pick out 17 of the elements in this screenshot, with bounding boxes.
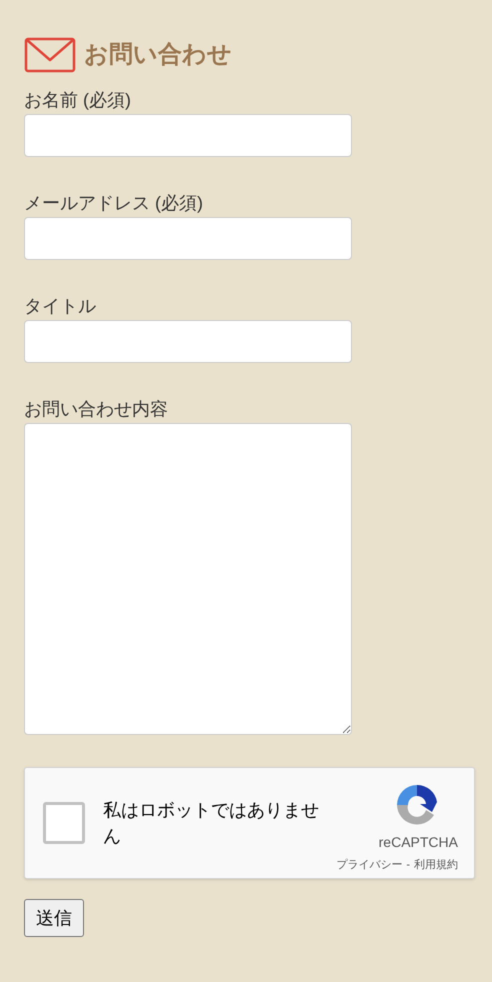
checkbox[interactable] (43, 802, 85, 844)
privacy-link[interactable]: プライバシー (336, 857, 402, 874)
page-title: お問い合わせ (84, 40, 232, 70)
input-field[interactable] (24, 114, 352, 157)
message-field[interactable] (24, 423, 352, 735)
submit-button[interactable]: 送信 (24, 899, 84, 937)
field-label: お名前 (必須) (24, 89, 131, 112)
field-label: メールアドレス (必須) (24, 192, 203, 215)
recaptcha-brand: reCAPTCHA (378, 833, 458, 852)
link-separator: - (406, 858, 410, 874)
terms-link[interactable]: 利用規約 (414, 857, 458, 874)
input-field[interactable] (24, 320, 352, 363)
envelope-icon (24, 36, 76, 74)
input-field[interactable] (24, 217, 352, 260)
field-label: お問い合わせ内容 (24, 398, 168, 421)
checkbox-label: 私はロボットではありません (103, 799, 320, 848)
field-label: タイトル (24, 295, 96, 318)
